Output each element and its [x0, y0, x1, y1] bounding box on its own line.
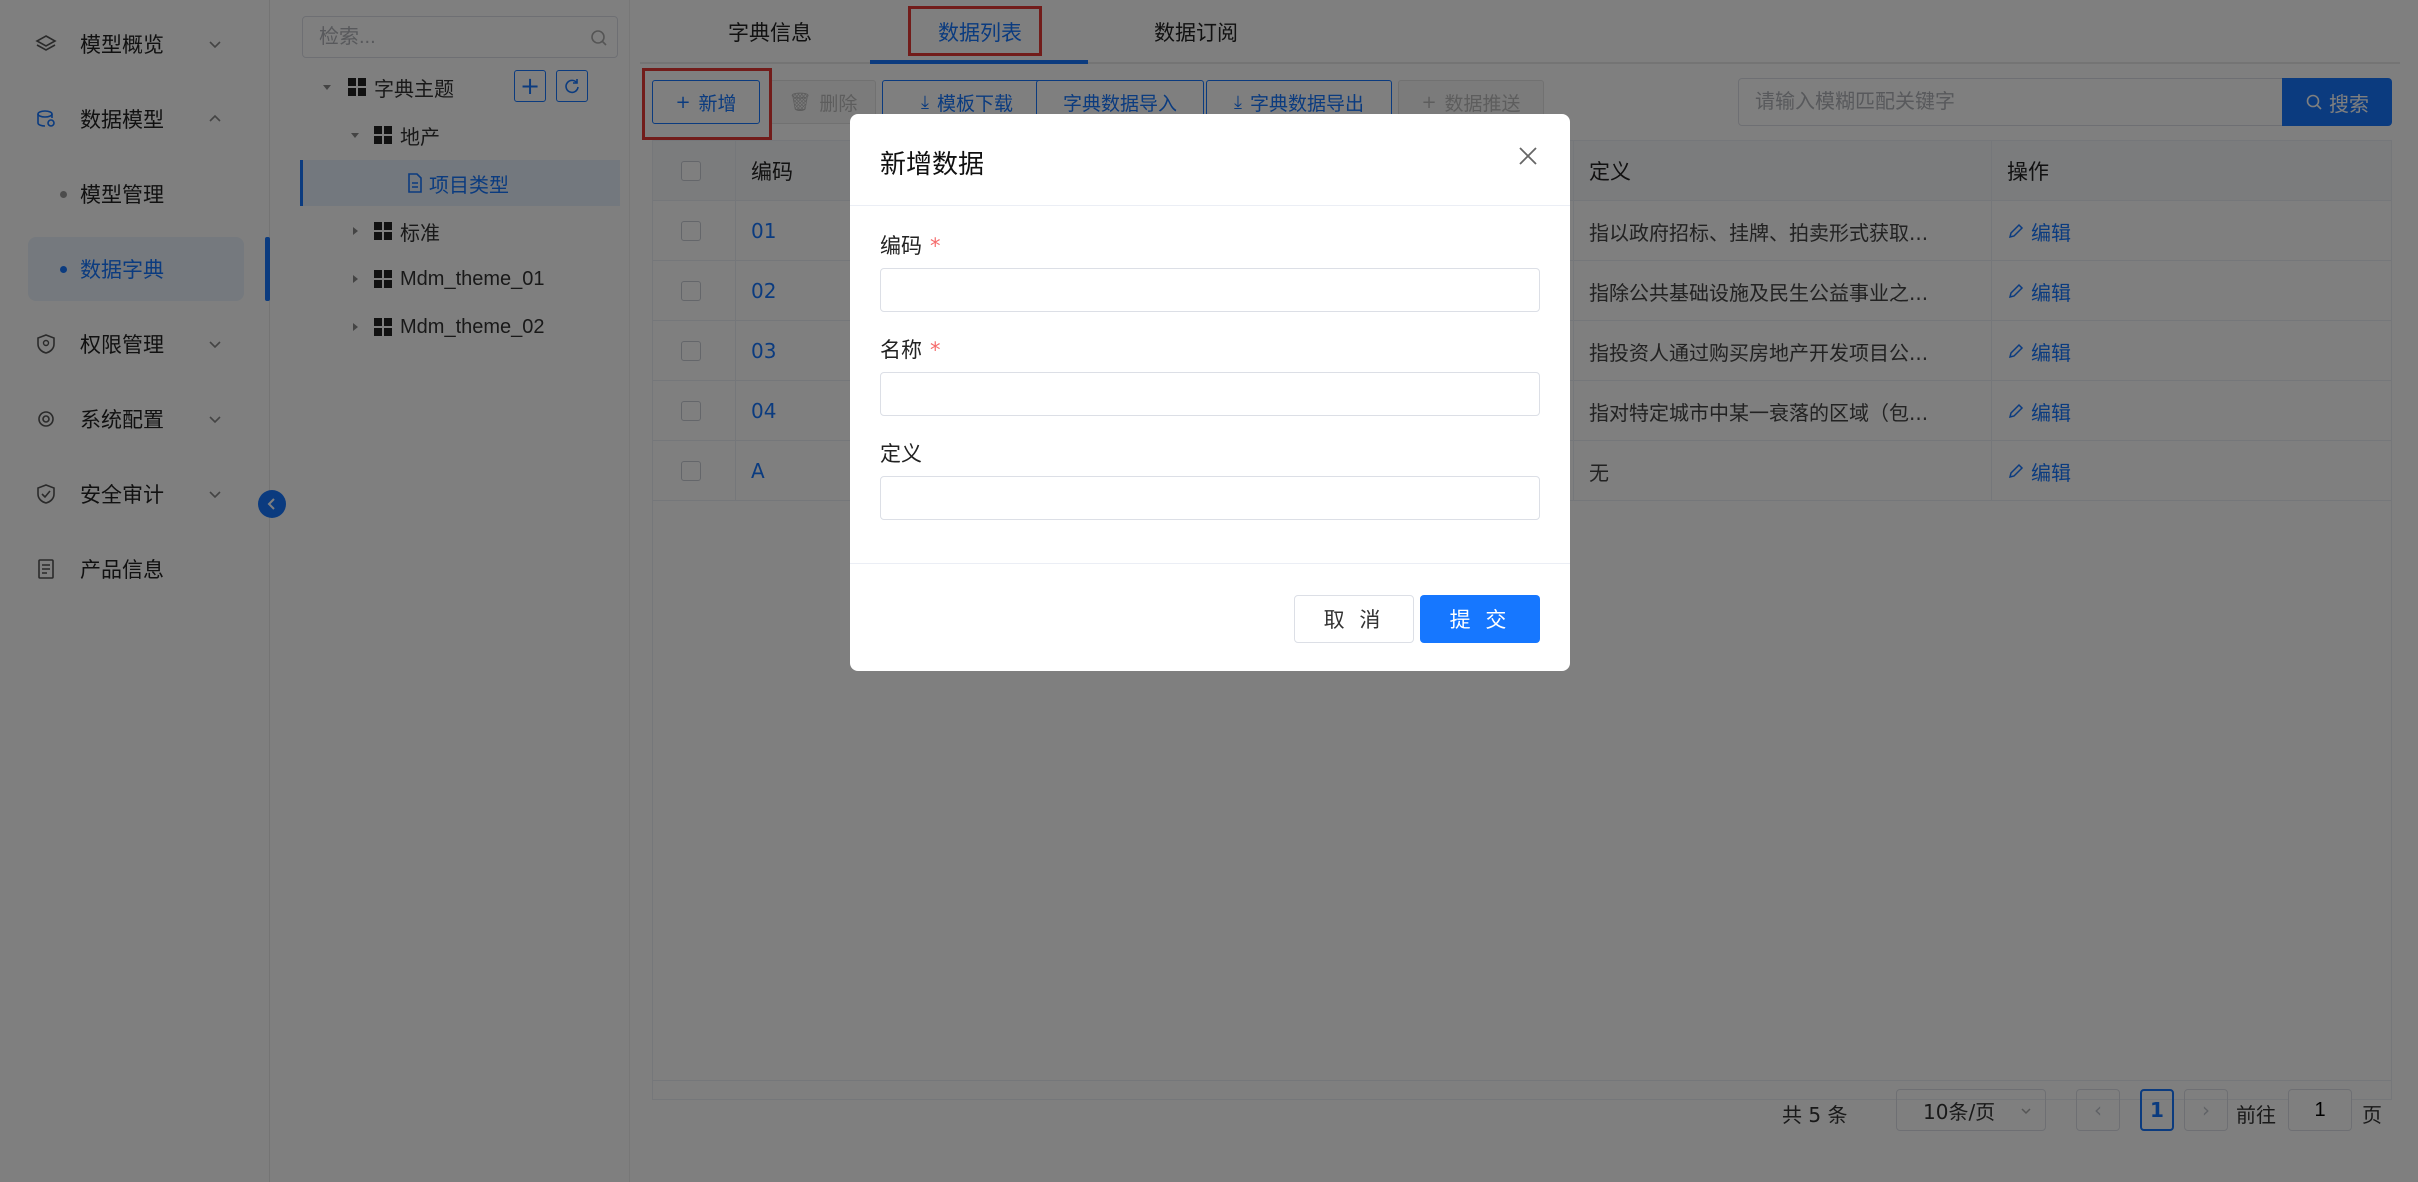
required-mark: *: [930, 338, 941, 362]
name-field-label: 名称 *: [880, 334, 941, 364]
required-mark: *: [930, 234, 941, 258]
definition-label-text: 定义: [880, 442, 922, 466]
code-input[interactable]: [880, 268, 1540, 312]
code-field-label: 编码 *: [880, 230, 941, 260]
definition-field-label: 定义: [880, 438, 922, 468]
submit-button[interactable]: 提 交: [1420, 595, 1540, 643]
dialog-header: 新增数据: [850, 114, 1570, 206]
close-icon[interactable]: [1516, 144, 1540, 168]
name-input[interactable]: [880, 372, 1540, 416]
definition-input[interactable]: [880, 476, 1540, 520]
cancel-button[interactable]: 取 消: [1294, 595, 1414, 643]
dialog-title: 新增数据: [880, 150, 985, 180]
code-label-text: 编码: [880, 234, 922, 258]
name-label-text: 名称: [880, 338, 922, 362]
dialog-divider: [850, 563, 1570, 564]
add-data-dialog: 新增数据 编码 * 名称 * 定义 取 消 提 交: [850, 114, 1570, 671]
